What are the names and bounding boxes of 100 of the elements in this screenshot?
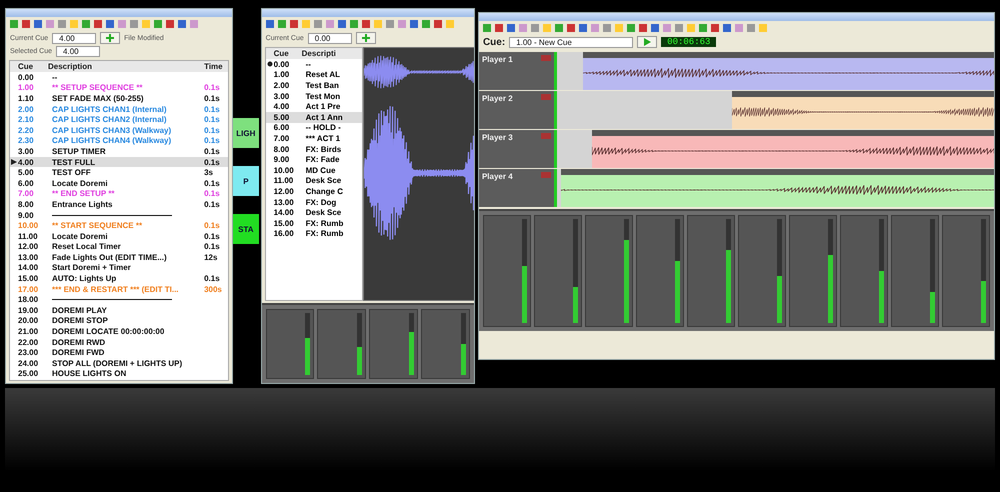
cue-time: 12s — [204, 252, 218, 262]
cue-number: 12.00 — [18, 242, 40, 252]
cue-row[interactable]: 3.00 SETUP TIMER 0.1s — [10, 146, 228, 157]
cue-row[interactable]: 25.00 HOUSE LIGHTS ON — [10, 368, 228, 380]
hotkey-button[interactable]: LIGH — [233, 118, 259, 148]
cue-row[interactable]: 15.00 AUTO: Lights Up 0.1s — [10, 273, 228, 284]
cue-row[interactable]: 24.00 STOP ALL (DOREMI + LIGHTS UP) — [10, 358, 228, 369]
cue-number: 2.20 — [18, 126, 35, 135]
cue-row[interactable]: 14.00 Start Doremi + Timer — [10, 262, 228, 274]
cue-row[interactable]: 2.00 Test Ban — [266, 80, 362, 91]
cue-row[interactable]: 7.00 ** END SETUP ** 0.1s — [10, 188, 228, 200]
cue-number: 9.00 — [18, 210, 35, 220]
hotkey-button[interactable]: P — [233, 166, 259, 196]
cue-row[interactable]: 2.20 CAP LIGHTS CHAN3 (Walkway) 0.1s — [10, 124, 228, 136]
audio-clip[interactable] — [732, 91, 994, 129]
cue-description: Locate Doremi — [51, 178, 109, 188]
cue-row[interactable]: 1.10 SET FADE MAX (50-255) 0.1s — [10, 93, 228, 104]
cue-row[interactable]: 5.00 Act 1 Ann — [266, 112, 362, 123]
track-name: Player 4 — [482, 172, 513, 183]
cue-row[interactable]: 16.00 FX: Rumb — [266, 228, 362, 240]
cue-time: 0.1s — [204, 221, 221, 230]
cue-row[interactable]: 6.00 Locate Doremi 0.1s — [10, 178, 228, 189]
cue-row[interactable]: 15.00 FX: Rumb — [266, 218, 362, 228]
cue-description: ** START SEQUENCE ** — [51, 221, 144, 230]
cue-row[interactable]: 13.00 Fade Lights Out (EDIT TIME...) 12s — [10, 252, 228, 263]
cue-time: 0.1s — [204, 146, 221, 156]
hotkey-button[interactable]: STA — [233, 214, 259, 244]
column-header[interactable]: Time — [204, 62, 228, 71]
cue-row[interactable]: 4.00 Act 1 Pre — [266, 101, 362, 112]
cue-row[interactable]: 11.00 Desk Sce — [266, 176, 362, 186]
cue-row[interactable]: 0.00 -- — [266, 59, 362, 70]
selected-cue-field[interactable]: 4.00 — [56, 46, 100, 57]
cue-description: TEST FULL — [51, 158, 96, 167]
cue-time: 0.1s — [204, 126, 221, 135]
cue-row[interactable]: 13.00 FX: Dog — [266, 196, 362, 208]
cue-description: DOREMI PLAY — [51, 306, 108, 315]
cue-row[interactable]: 14.00 Desk Sce — [266, 207, 362, 218]
cue-row[interactable]: 1.00 Reset AL — [266, 70, 362, 80]
column-header[interactable]: Cue — [274, 49, 302, 58]
cue-description: -- HOLD - — [304, 123, 342, 132]
cue-row[interactable]: 12.00 Reset Local Timer 0.1s — [10, 242, 228, 252]
cue-row[interactable]: 9.00 FX: Fade — [266, 154, 362, 165]
cue-number: 15.00 — [18, 274, 40, 284]
cue-number: 4.00 — [274, 102, 290, 112]
cue-row[interactable]: 2.00 CAP LIGHTS CHAN1 (Internal) 0.1s — [10, 104, 228, 114]
cue-row[interactable]: 22.00 DOREMI RWD — [10, 336, 228, 348]
cue-row[interactable]: 0.00 -- — [10, 72, 228, 83]
cue-time: 300s — [204, 284, 223, 294]
cue-row[interactable]: 5.00 TEST OFF 3s — [10, 167, 228, 178]
current-cue-field[interactable]: 4.00 — [52, 32, 96, 44]
play-icon — [643, 38, 652, 46]
current-cue-field[interactable]: 0.00 — [308, 32, 352, 44]
cue-number: 16.00 — [274, 229, 295, 238]
cue-number: 5.00 — [274, 112, 290, 122]
cue-number: 17.00 — [18, 284, 40, 294]
cue-row[interactable]: 11.00 Locate Doremi 0.1s — [10, 230, 228, 242]
column-header[interactable]: Description — [48, 62, 204, 71]
cue-description: DOREMI RWD — [51, 338, 106, 347]
cue-time: 0.1s — [204, 158, 221, 167]
cue-row[interactable]: 4.00 TEST FULL 0.1s — [10, 156, 228, 168]
cue-time: 0.1s — [204, 189, 221, 198]
cue-description: *** END & RESTART *** (EDIT TI... — [51, 284, 180, 294]
cue-row[interactable]: 7.00 *** ACT 1 — [266, 133, 362, 144]
cue-row[interactable]: 18.00 — [10, 294, 228, 306]
cue-number: 8.00 — [274, 144, 290, 154]
cue-description: Act 1 Ann — [304, 112, 344, 122]
cue-name-field[interactable]: 1.00 - New Cue — [509, 36, 634, 48]
track-name: Player 3 — [482, 133, 513, 144]
cue-number: 19.00 — [18, 306, 40, 315]
cue-description: Start Doremi + Timer — [51, 263, 132, 272]
cue-description: SETUP TIMER — [51, 146, 107, 156]
cue-description: FX: Fade — [304, 155, 340, 164]
cue-number: 0.00 — [18, 72, 35, 82]
column-header[interactable]: Cue — [18, 62, 48, 71]
go-button[interactable] — [356, 32, 376, 44]
column-header[interactable]: Descripti — [302, 49, 362, 58]
cue-row[interactable]: 21.00 DOREMI LOCATE 00:00:00:00 — [10, 326, 228, 337]
cue-number: 5.00 — [18, 168, 35, 178]
cue-row[interactable]: 1.00 ** SETUP SEQUENCE ** 0.1s — [10, 82, 228, 94]
cue-row[interactable]: 2.30 CAP LIGHTS CHAN4 (Walkway) 0.1s — [10, 136, 228, 146]
cue-number: 11.00 — [274, 176, 294, 186]
go-button[interactable] — [100, 32, 120, 44]
cue-number: 13.00 — [18, 252, 40, 262]
cue-row[interactable]: 8.00 FX: Birds — [266, 144, 362, 154]
cue-number: 25.00 — [18, 369, 40, 378]
cue-row[interactable]: 10.00 MD Cue — [266, 164, 362, 176]
cue-number: 10.00 — [274, 166, 295, 175]
cue-description: DOREMI STOP — [51, 316, 109, 326]
play-button[interactable] — [637, 36, 658, 48]
cue-row[interactable]: 20.00 DOREMI STOP — [10, 316, 228, 326]
cue-number: 13.00 — [274, 198, 295, 207]
cue-row[interactable]: 12.00 Change C — [266, 186, 362, 197]
cue-row[interactable]: 8.00 Entrance Lights 0.1s — [10, 199, 228, 210]
cue-row[interactable]: 19.00 DOREMI PLAY — [10, 305, 228, 316]
cue-row[interactable]: 9.00 — [10, 210, 228, 220]
cue-row[interactable]: 23.00 DOREMI FWD — [10, 347, 228, 358]
cue-row[interactable]: 6.00 -- HOLD - — [266, 122, 362, 134]
cue-description: HOUSE LIGHTS ON — [51, 369, 128, 378]
cue-row[interactable]: 3.00 Test Mon — [266, 90, 362, 102]
cue-row[interactable]: 2.10 CAP LIGHTS CHAN2 (Internal) 0.1s — [10, 114, 228, 125]
